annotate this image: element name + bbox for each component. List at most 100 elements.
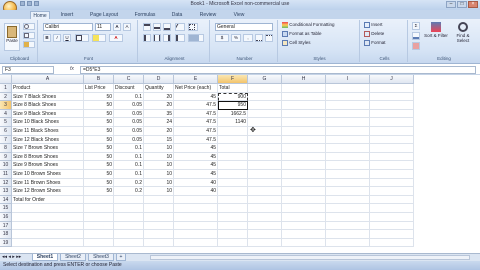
tab-insert[interactable]: Insert [56, 11, 78, 19]
cell-b9[interactable]: 50 [84, 152, 114, 162]
cell-d12[interactable]: 10 [144, 178, 174, 188]
cell-d15[interactable] [144, 204, 174, 213]
cell-j16[interactable] [370, 213, 414, 222]
cell-e13[interactable]: 40 [174, 187, 218, 196]
column-header-e[interactable]: E [174, 75, 218, 84]
row-header[interactable]: 4 [0, 109, 12, 119]
cell-j15[interactable] [370, 204, 414, 213]
row-header[interactable]: 18 [0, 230, 12, 239]
cell-j18[interactable] [370, 230, 414, 239]
cell-g13[interactable] [248, 187, 282, 196]
bold-button[interactable]: B [43, 34, 51, 42]
cell-a5[interactable]: Size 10 Black Shoes [12, 118, 84, 127]
cell-d16[interactable] [144, 213, 174, 222]
cell-j14[interactable] [370, 195, 414, 205]
formula-input[interactable]: =D5*E3 [80, 66, 476, 74]
cell-g8[interactable] [248, 144, 282, 153]
currency-button[interactable]: $ [215, 34, 229, 42]
row-header[interactable]: 12 [0, 178, 12, 188]
format-painter-button[interactable] [23, 41, 35, 48]
copy-button[interactable] [23, 32, 35, 39]
cell-j4[interactable] [370, 109, 414, 119]
insert-sheet-icon[interactable]: + [116, 254, 126, 261]
cell-i16[interactable] [326, 213, 370, 222]
cell-e8[interactable]: 45 [174, 144, 218, 153]
cell-j13[interactable] [370, 187, 414, 196]
row-header[interactable]: 13 [0, 187, 12, 196]
cell-f12[interactable] [218, 178, 248, 188]
cell-b17[interactable] [84, 221, 114, 231]
cell-f1[interactable]: Total [218, 84, 248, 93]
sheet-tab-sheet2[interactable]: Sheet2 [60, 254, 86, 261]
cell-b6[interactable]: 50 [84, 127, 114, 136]
indent-button[interactable] [175, 34, 185, 42]
cell-c4[interactable]: 0.05 [114, 109, 144, 119]
fill-color-button[interactable] [92, 34, 106, 42]
cell-e9[interactable]: 45 [174, 152, 218, 162]
cell-h12[interactable] [282, 178, 326, 188]
row-header[interactable]: 8 [0, 144, 12, 153]
cell-b10[interactable]: 50 [84, 161, 114, 170]
cell-f2[interactable]: 900 [218, 92, 248, 102]
cut-button[interactable] [23, 23, 35, 30]
cell-a14[interactable]: Total for Order [12, 195, 84, 205]
cell-g14[interactable] [248, 195, 282, 205]
cell-d9[interactable]: 10 [144, 152, 174, 162]
cell-e4[interactable]: 47.5 [174, 109, 218, 119]
cell-h14[interactable] [282, 195, 326, 205]
cell-c2[interactable]: 0.1 [114, 92, 144, 102]
cell-b5[interactable]: 50 [84, 118, 114, 127]
cell-e1[interactable]: Net Price (each) [174, 84, 218, 93]
cell-d17[interactable] [144, 221, 174, 231]
cell-f4[interactable]: 1662.5 [218, 109, 248, 119]
cell-i14[interactable] [326, 195, 370, 205]
minimize-button[interactable]: – [446, 1, 456, 8]
cell-b12[interactable]: 50 [84, 178, 114, 188]
cell-g19[interactable] [248, 238, 282, 248]
cell-b4[interactable]: 50 [84, 109, 114, 119]
cell-c1[interactable]: Discount [114, 84, 144, 93]
cell-h16[interactable] [282, 213, 326, 222]
row-header[interactable]: 3 [0, 101, 12, 110]
cell-f6[interactable] [218, 127, 248, 136]
cell-h6[interactable] [282, 127, 326, 136]
cell-c13[interactable]: 0.2 [114, 187, 144, 196]
cell-a7[interactable]: Size 12 Black Shoes [12, 135, 84, 145]
cell-j2[interactable] [370, 92, 414, 102]
cell-e7[interactable]: 47.5 [174, 135, 218, 145]
cell-j5[interactable] [370, 118, 414, 127]
cell-j19[interactable] [370, 238, 414, 248]
clear-button[interactable] [412, 42, 420, 50]
cell-g16[interactable] [248, 213, 282, 222]
row-header[interactable]: 14 [0, 195, 12, 205]
column-header-j[interactable]: J [370, 75, 414, 84]
cell-i9[interactable] [326, 152, 370, 162]
column-header-b[interactable]: B [84, 75, 114, 84]
cell-b14[interactable] [84, 195, 114, 205]
increase-decimal-button[interactable] [255, 34, 263, 42]
find-select-button[interactable]: Find & Select [450, 22, 476, 50]
format-cells-button[interactable]: Format [364, 40, 406, 48]
horizontal-scrollbar[interactable] [150, 255, 470, 260]
cell-b19[interactable] [84, 238, 114, 248]
row-header[interactable]: 2 [0, 92, 12, 102]
cell-b15[interactable] [84, 204, 114, 213]
cell-a17[interactable] [12, 221, 84, 231]
cell-f8[interactable] [218, 144, 248, 153]
cell-g18[interactable] [248, 230, 282, 239]
cell-e3[interactable]: 47.5 [174, 101, 218, 110]
cell-f7[interactable] [218, 135, 248, 145]
cell-h7[interactable] [282, 135, 326, 145]
cell-i3[interactable] [326, 101, 370, 110]
grow-font-button[interactable]: A [113, 23, 121, 31]
cell-b16[interactable] [84, 213, 114, 222]
borders-button[interactable] [75, 34, 89, 42]
cell-a4[interactable]: Size 9 Black Shoes [12, 109, 84, 119]
row-header[interactable]: 11 [0, 170, 12, 179]
cell-i10[interactable] [326, 161, 370, 170]
cell-h1[interactable] [282, 84, 326, 93]
percent-button[interactable]: % [231, 34, 241, 42]
insert-cells-button[interactable]: Insert [364, 22, 406, 30]
row-header[interactable]: 6 [0, 127, 12, 136]
align-center-button[interactable] [153, 34, 161, 42]
